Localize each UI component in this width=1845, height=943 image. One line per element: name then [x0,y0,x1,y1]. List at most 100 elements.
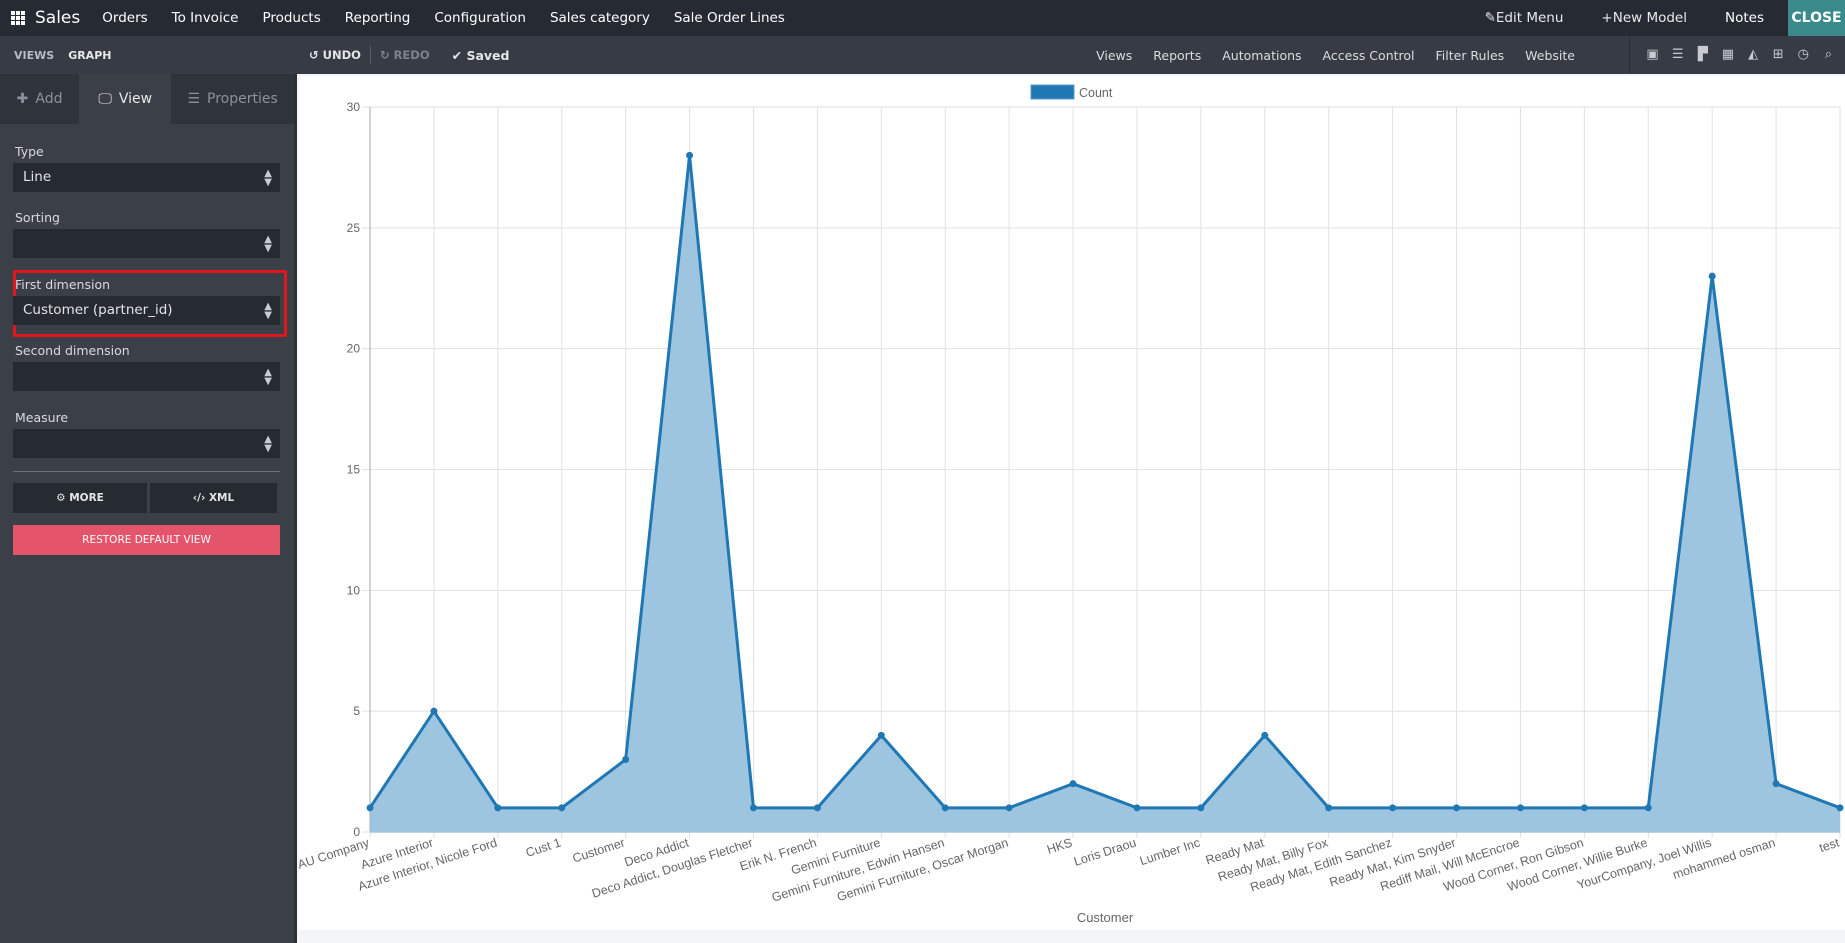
menu-to-invoice[interactable]: To Invoice [172,10,239,26]
divider [13,471,280,472]
saved-label: Saved [466,47,510,63]
more-label: MORE [69,492,104,504]
data-point [1069,780,1077,788]
breadcrumb-graph: GRAPH [68,48,112,62]
y-tick-label: 30 [347,100,361,114]
measure-select[interactable]: ▲ ▼ [13,429,280,458]
menu-sales-category[interactable]: Sales category [550,10,650,26]
x-tick-label: Customer [571,836,627,866]
data-point [941,804,949,812]
legend-label-count[interactable]: Count [1079,86,1113,100]
menu-sale-order-lines[interactable]: Sale Order Lines [674,10,785,26]
select-arrows-icon: ▲ ▼ [264,234,272,254]
data-point [1836,804,1844,812]
menu-configuration[interactable]: Configuration [434,10,526,26]
plus-icon: + [1601,10,1613,26]
first-dimension-select[interactable]: Customer (partner_id) ▲ ▼ [13,296,280,325]
line-chart: 051015202530 AU CompanyAzure InteriorAzu… [296,84,1844,925]
redo-button[interactable]: ↻ REDO [380,48,430,62]
new-model-button[interactable]: +New Model [1601,10,1687,26]
gear-icon: ⚙ [56,492,70,504]
apps-grid-icon[interactable] [11,11,25,25]
monitor-icon: 🖵 [98,91,112,107]
undo-icon: ↺ [309,48,323,62]
x-tick-label: Loris Draou [1072,836,1138,869]
y-tick-label: 15 [347,463,361,477]
data-point [1580,804,1588,812]
tab-properties[interactable]: ☰ Properties [171,74,294,124]
type-value: Line [23,169,52,185]
data-point [622,756,630,763]
app-name[interactable]: Sales [35,8,80,28]
data-point [430,707,438,715]
xml-label: XML [208,492,235,504]
link-access-control[interactable]: Access Control [1323,48,1415,63]
data-point [813,804,821,812]
second-dimension-select[interactable]: ▲ ▼ [13,362,280,391]
calendar-view-icon[interactable]: ▦ [1720,48,1736,62]
edit-menu-label: Edit Menu [1495,10,1564,26]
second-dimension-label: Second dimension [15,343,130,358]
notes-button[interactable]: Notes [1725,10,1764,26]
sorting-select[interactable]: ▲ ▼ [13,229,280,258]
bottom-strip [299,930,1845,943]
data-point [1516,804,1524,812]
close-button[interactable]: CLOSE [1788,0,1845,36]
link-reports[interactable]: Reports [1153,48,1201,63]
form-view-icon[interactable]: ▣ [1645,48,1661,62]
select-arrows-icon: ▲ ▼ [264,168,272,188]
divider [369,46,371,64]
restore-default-view-button[interactable]: RESTORE DEFAULT VIEW [13,525,280,555]
sorting-label: Sorting [15,210,60,225]
first-dimension-label: First dimension [15,277,111,292]
redo-label: REDO [393,48,430,62]
list-view-icon[interactable]: ☰ [1670,48,1686,62]
server-icon: ☰ [187,91,201,107]
select-arrows-icon: ▲ ▼ [264,434,272,454]
redo-icon: ↻ [379,48,394,62]
menu-products[interactable]: Products [262,10,320,26]
data-point [1772,780,1780,788]
check-icon: ✔ [451,47,467,63]
menu-orders[interactable]: Orders [102,10,147,26]
data-point [558,804,566,812]
pivot-view-icon[interactable]: ⊞ [1770,48,1786,62]
area-fill-shape [370,155,1840,832]
tab-properties-label: Properties [207,91,278,107]
more-button[interactable]: ⚙ MORE [13,483,147,513]
data-point [1644,804,1652,812]
saved-status: ✔ Saved [452,48,510,63]
legend-swatch-count[interactable] [1030,84,1075,100]
data-point [749,804,757,812]
link-automations[interactable]: Automations [1222,48,1301,63]
data-point [686,151,694,159]
search-view-icon[interactable]: ⌕ [1820,48,1836,62]
menu-reporting[interactable]: Reporting [345,10,411,26]
data-point [366,804,374,812]
y-axis: 051015202530 [347,100,361,839]
link-filter-rules[interactable]: Filter Rules [1436,48,1505,63]
tab-view[interactable]: 🖵 View [79,74,172,124]
y-tick-label: 5 [353,704,360,718]
link-views[interactable]: Views [1096,48,1132,63]
select-arrows-icon: ▲ ▼ [264,301,272,321]
code-icon: ‹/› [192,492,209,504]
data-point [1197,804,1205,812]
breadcrumb-views[interactable]: VIEWS [14,49,54,62]
graph-view-icon[interactable]: ◭ [1745,48,1761,62]
legend[interactable]: Count [1030,84,1113,100]
kanban-view-icon[interactable]: ▛ [1695,48,1711,62]
link-website[interactable]: Website [1525,48,1575,63]
top-navbar: Sales Orders To Invoice Products Reporti… [0,0,1845,36]
measure-label: Measure [15,410,69,425]
undo-button[interactable]: ↺ UNDO [309,48,361,62]
edit-menu-button[interactable]: ✎Edit Menu [1485,10,1564,26]
activity-view-icon[interactable]: ◷ [1795,48,1811,62]
type-label: Type [15,144,44,159]
first-dimension-value: Customer (partner_id) [23,302,173,318]
x-tick-label: Cust 1 [524,836,563,860]
tab-add[interactable]: ✚ Add [0,74,79,124]
xml-button[interactable]: ‹/› XML [150,483,277,513]
type-select[interactable]: Line ▲ ▼ [13,163,280,192]
data-point [1453,804,1461,812]
